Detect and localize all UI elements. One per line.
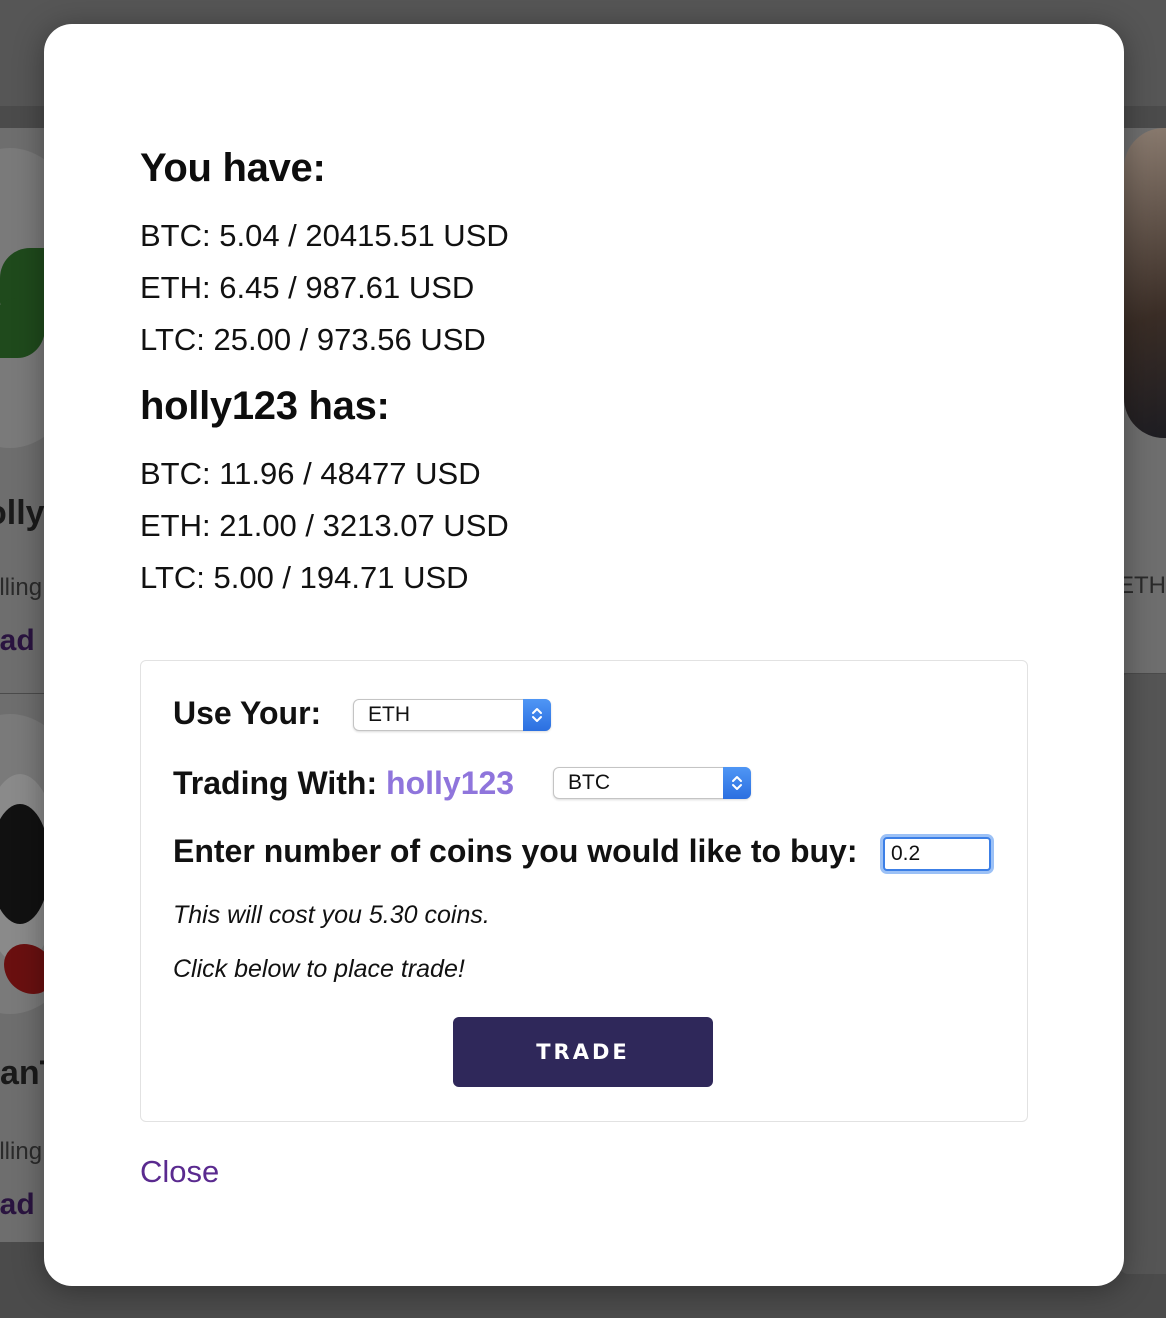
- trading-with-coin-select[interactable]: BTC: [553, 767, 751, 799]
- partner-balance-btc: BTC: 11.96 / 48477 USD: [140, 456, 481, 491]
- background-card-link: rad: [0, 624, 35, 657]
- partner-name: holly123: [386, 765, 515, 801]
- background-photo: [1124, 128, 1166, 438]
- your-balance-eth: ETH: 6.45 / 987.61 USD: [140, 270, 475, 305]
- trading-with-coin-value: BTC: [568, 771, 610, 794]
- trade-button[interactable]: TRADE: [453, 1017, 713, 1087]
- use-your-label: Use Your:: [173, 695, 322, 731]
- select-chevrons-icon: [723, 767, 751, 799]
- background-card-name: olly: [0, 494, 45, 532]
- trade-modal: You have: BTC: 5.04 / 20415.51 USD ETH: …: [44, 24, 1124, 1286]
- use-your-coin-select[interactable]: ETH: [353, 699, 551, 731]
- your-balance-ltc: LTC: 25.00 / 973.56 USD: [140, 322, 486, 357]
- use-your-coin-value: ETH: [368, 703, 410, 726]
- trading-with-text: Trading With:: [173, 765, 378, 801]
- trading-with-label: Trading With: holly123: [173, 765, 514, 802]
- partner-has-heading: holly123 has:: [140, 384, 390, 428]
- background-card-link: rad: [0, 1188, 35, 1221]
- you-have-heading: You have:: [140, 146, 326, 190]
- trade-form: Use Your: ETH Trading With: holly123 BTC: [140, 660, 1028, 1122]
- quantity-input[interactable]: [883, 837, 991, 871]
- close-link[interactable]: Close: [140, 1154, 219, 1190]
- partner-balance-ltc: LTC: 5.00 / 194.71 USD: [140, 560, 469, 595]
- select-chevrons-icon: [523, 699, 551, 731]
- background-card-text: elling: [0, 574, 43, 601]
- cost-note: This will cost you 5.30 coins.: [173, 901, 490, 929]
- background-card-text: elling: [0, 1138, 43, 1165]
- background-card-text: ETH: [1118, 572, 1166, 599]
- quantity-label: Enter number of coins you would like to …: [173, 833, 858, 869]
- background-card: [1120, 674, 1166, 1274]
- partner-balance-eth: ETH: 21.00 / 3213.07 USD: [140, 508, 509, 543]
- your-balance-btc: BTC: 5.04 / 20415.51 USD: [140, 218, 509, 253]
- trade-instruction: Click below to place trade!: [173, 955, 465, 983]
